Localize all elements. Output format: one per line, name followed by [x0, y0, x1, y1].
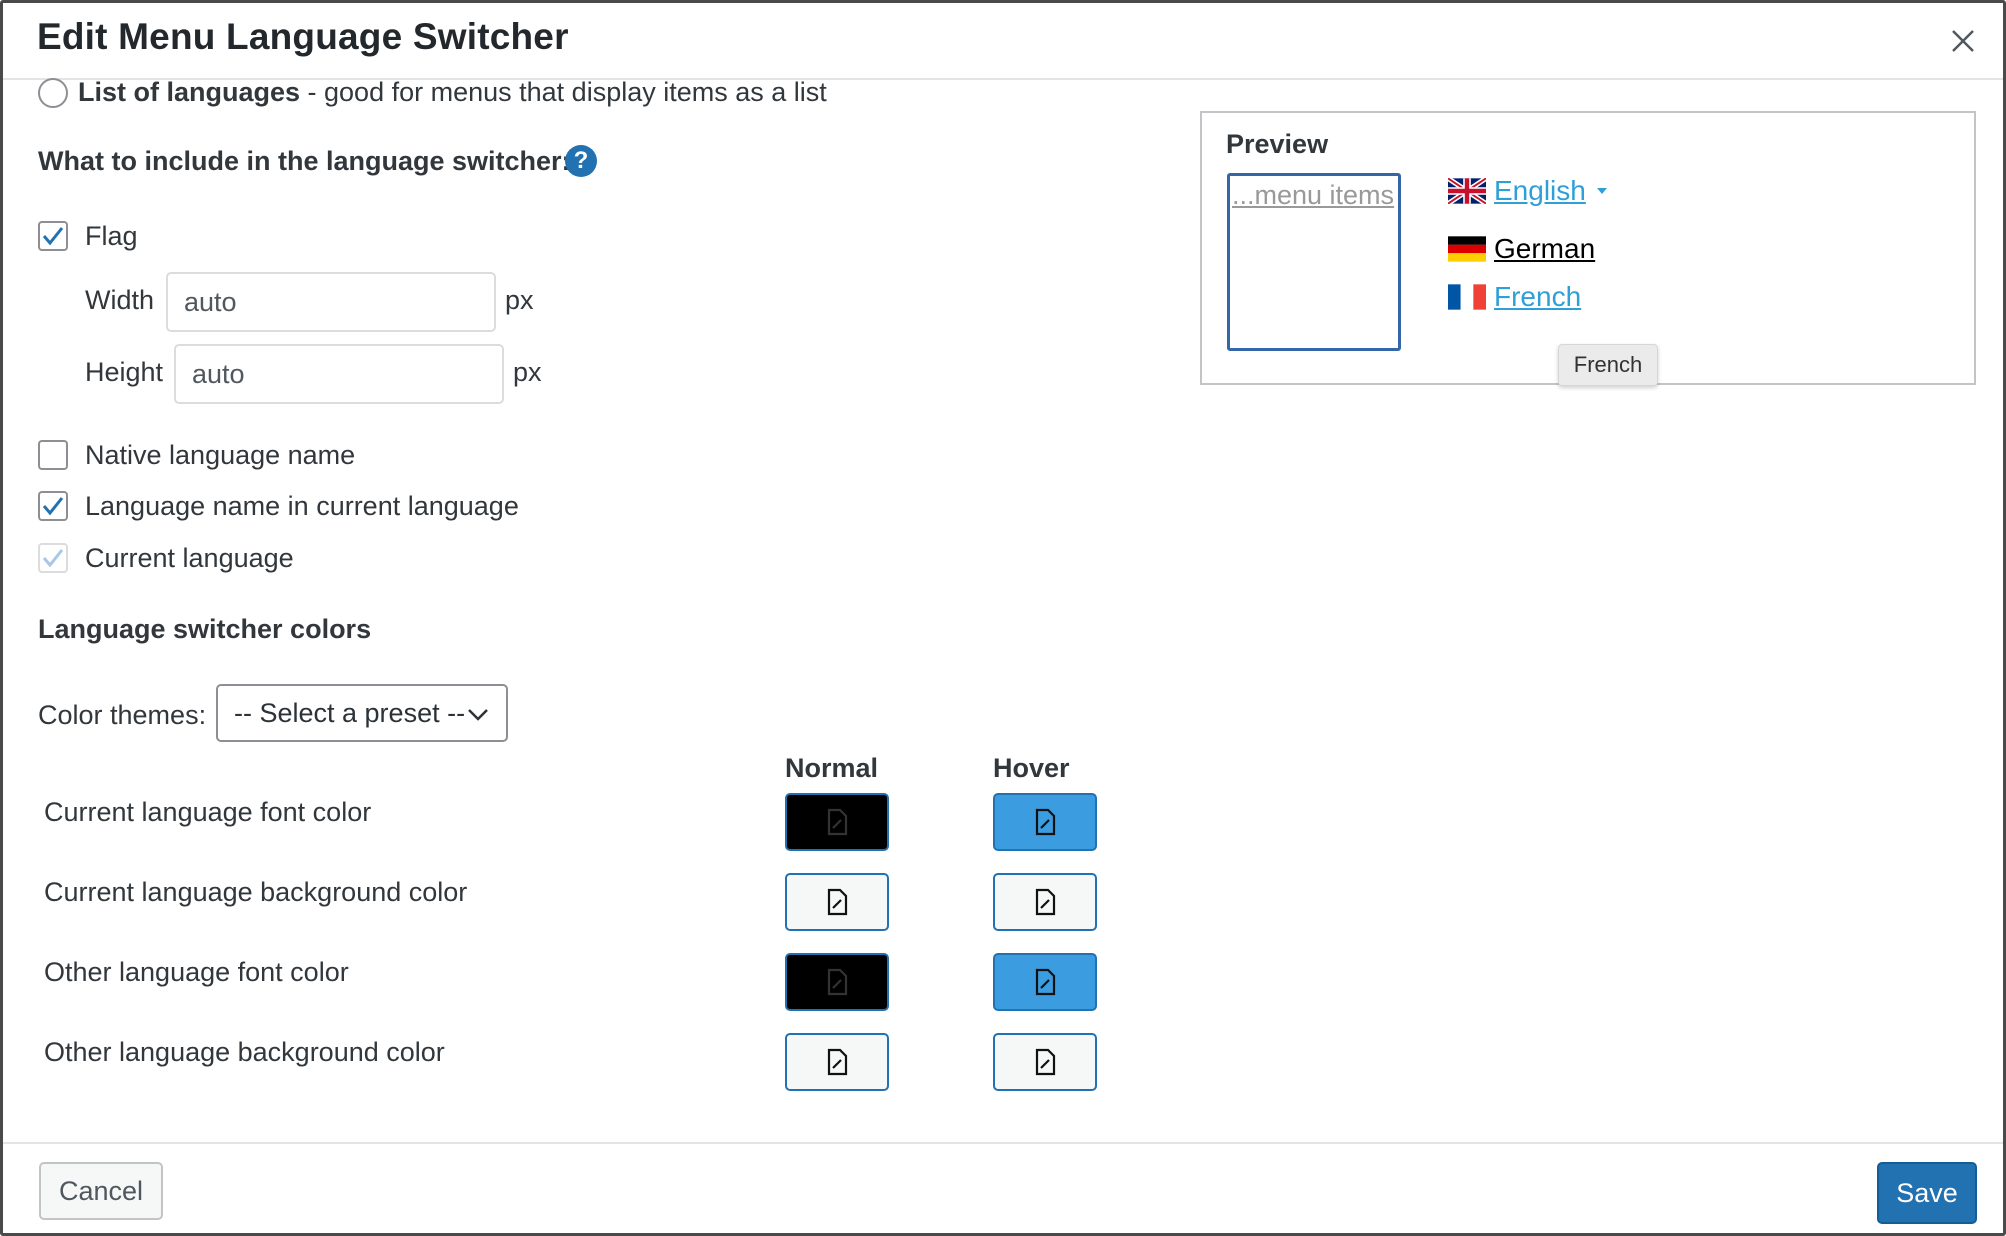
name-current-label: Language name in current language: [85, 491, 519, 521]
english-link[interactable]: English: [1494, 175, 1586, 207]
color-preset-value: -- Select a preset --: [234, 697, 466, 728]
french-link[interactable]: French: [1494, 281, 1581, 313]
other-font-color-label: Other language font color: [44, 957, 349, 987]
native-name-label: Native language name: [85, 440, 356, 470]
current-bg-color-label: Current language background color: [44, 877, 468, 907]
name-current-checkbox[interactable]: [38, 491, 68, 521]
include-heading: What to include in the language switcher…: [38, 146, 571, 176]
checkmark-icon: [42, 227, 64, 246]
checkmark-icon: [42, 497, 64, 516]
width-unit: px: [505, 285, 534, 315]
edit-document-icon: [827, 808, 848, 836]
french-tooltip: French: [1558, 344, 1658, 386]
other-bg-normal-swatch[interactable]: [785, 1033, 889, 1091]
list-of-languages-radio[interactable]: [38, 78, 68, 108]
height-unit: px: [513, 357, 542, 387]
german-link[interactable]: German: [1494, 233, 1595, 265]
flag-width-input[interactable]: [166, 272, 496, 332]
current-language-checkbox: [38, 543, 68, 573]
list-of-languages-option: List of languages - good for menus that …: [78, 77, 827, 108]
edit-document-icon: [1035, 808, 1056, 836]
normal-column-header: Normal: [785, 753, 879, 783]
edit-document-icon: [1035, 968, 1056, 996]
other-bg-color-label: Other language background color: [44, 1037, 445, 1067]
cancel-button[interactable]: Cancel: [39, 1162, 163, 1220]
list-of-languages-description: - good for menus that display items as a…: [300, 77, 827, 107]
dialog-header: Edit Menu Language Switcher: [3, 3, 2003, 80]
menu-items-placeholder: ...menu items: [1232, 180, 1395, 210]
save-button[interactable]: Save: [1877, 1162, 1977, 1224]
preview-heading: Preview: [1226, 129, 1329, 159]
color-preset-select[interactable]: -- Select a preset --: [216, 684, 508, 742]
other-font-normal-swatch[interactable]: [785, 953, 889, 1011]
dialog-title: Edit Menu Language Switcher: [37, 16, 569, 57]
preview-language-german[interactable]: German: [1448, 233, 1595, 265]
language-switcher-dialog: Edit Menu Language Switcher List of lang…: [0, 0, 2006, 1236]
native-name-checkbox[interactable]: [38, 440, 68, 470]
menu-items-placeholder-box: ...menu items: [1227, 173, 1401, 351]
caret-down-icon: [1596, 188, 1607, 194]
uk-flag-icon: [1448, 178, 1486, 204]
width-label: Width: [85, 285, 155, 315]
current-font-hover-swatch[interactable]: [993, 793, 1097, 851]
checkmark-icon: [42, 549, 64, 568]
edit-document-icon: [827, 968, 848, 996]
flag-checkbox[interactable]: [38, 221, 68, 251]
current-bg-normal-swatch[interactable]: [785, 873, 889, 931]
edit-document-icon: [827, 1048, 848, 1076]
chevron-down-icon: [468, 709, 488, 721]
height-label: Height: [85, 357, 164, 387]
preview-language-english[interactable]: English: [1448, 175, 1610, 207]
germany-flag-icon: [1448, 236, 1486, 262]
color-themes-label: Color themes:: [38, 700, 207, 730]
current-font-normal-swatch[interactable]: [785, 793, 889, 851]
current-language-label: Current language: [85, 543, 294, 573]
colors-heading: Language switcher colors: [38, 614, 372, 644]
current-font-color-label: Current language font color: [44, 797, 372, 827]
preview-language-french[interactable]: French: [1448, 281, 1581, 313]
help-icon-glyph: ?: [573, 147, 589, 174]
other-bg-hover-swatch[interactable]: [993, 1033, 1097, 1091]
flag-label: Flag: [85, 221, 138, 251]
other-font-hover-swatch[interactable]: [993, 953, 1097, 1011]
flag-height-input[interactable]: [174, 344, 504, 404]
close-icon[interactable]: [1945, 23, 1981, 59]
france-flag-icon: [1448, 284, 1486, 310]
edit-document-icon: [1035, 888, 1056, 916]
help-icon[interactable]: ?: [565, 145, 597, 177]
current-bg-hover-swatch[interactable]: [993, 873, 1097, 931]
dialog-footer: Cancel Save: [3, 1142, 2003, 1233]
edit-document-icon: [827, 888, 848, 916]
edit-document-icon: [1035, 1048, 1056, 1076]
list-of-languages-label: List of languages: [78, 77, 301, 107]
dialog-content: List of languages - good for menus that …: [3, 77, 2003, 1142]
hover-column-header: Hover: [993, 753, 1070, 783]
